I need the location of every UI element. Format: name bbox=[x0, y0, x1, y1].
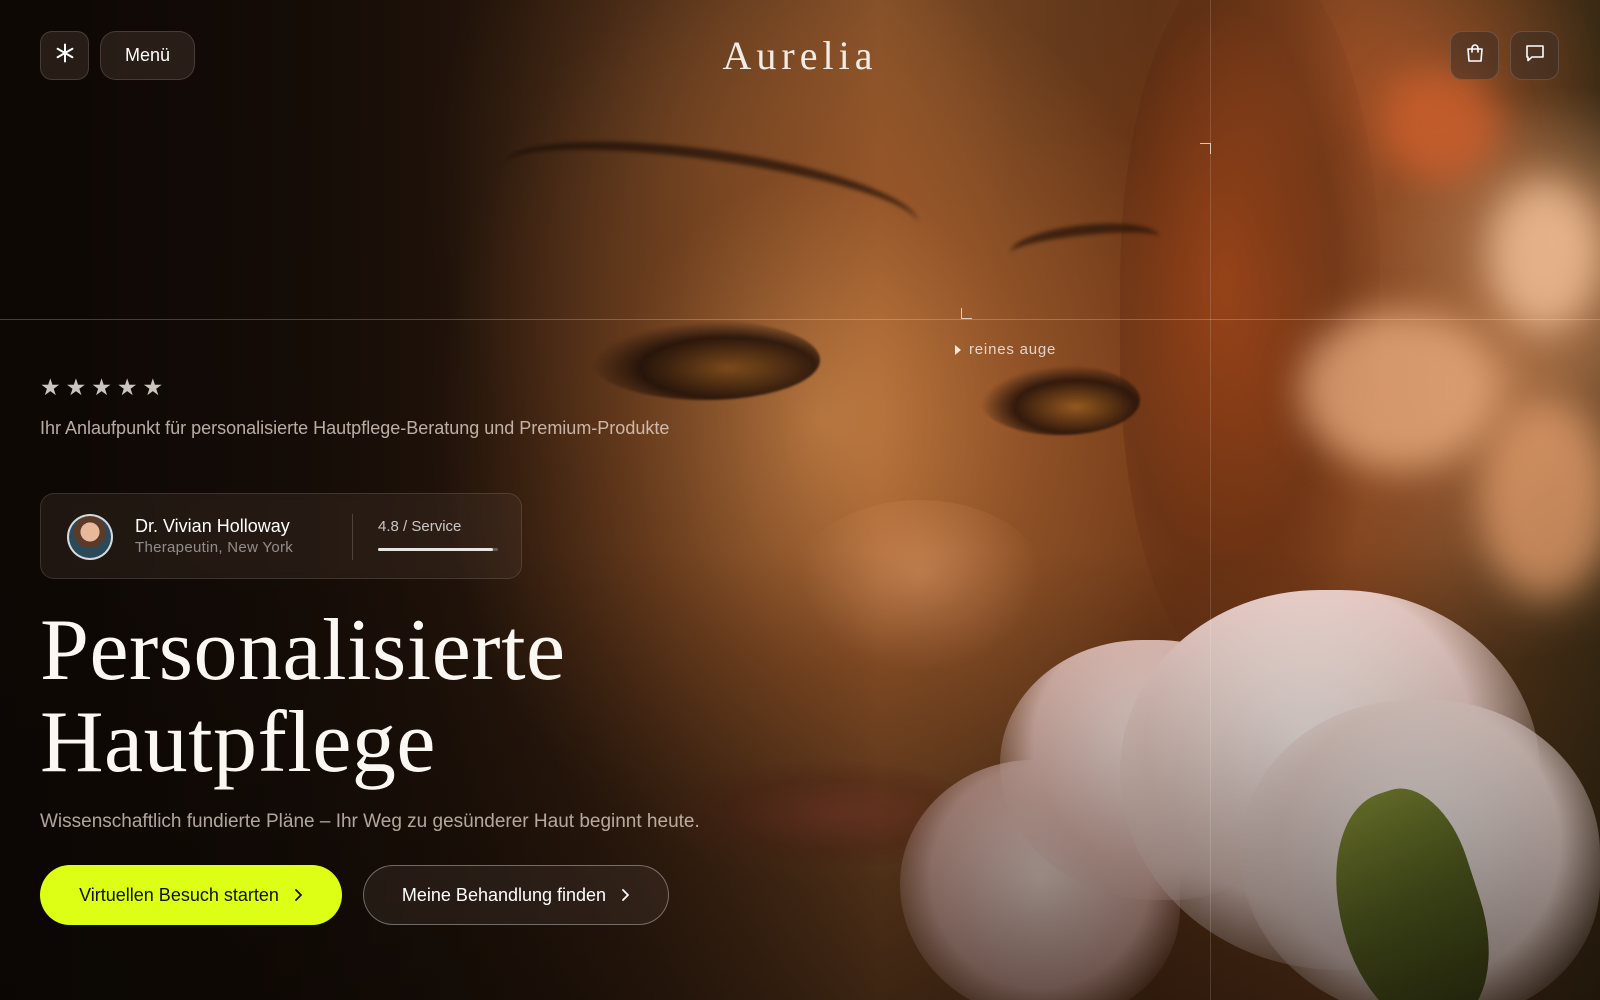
avatar bbox=[67, 514, 113, 560]
cta-secondary-label: Meine Behandlung finden bbox=[401, 884, 607, 905]
chevron-right-icon bbox=[620, 888, 630, 902]
service-rating-bar bbox=[378, 548, 498, 551]
brand-logo: Aurelia bbox=[722, 33, 878, 78]
start-virtual-visit-button[interactable]: Virtuellen Besuch starten bbox=[40, 865, 342, 925]
headline-line-1: Personalisierte bbox=[40, 602, 566, 699]
star-icon: ★ bbox=[65, 374, 87, 400]
star-icon: ★ bbox=[91, 374, 112, 400]
chat-bubble-icon bbox=[1524, 42, 1546, 69]
hero-tagline: Ihr Anlaufpunkt für personalisierte Haut… bbox=[40, 418, 670, 438]
cart-button[interactable] bbox=[1450, 31, 1499, 80]
headline-line-2: Hautpflege bbox=[40, 694, 436, 791]
star-icon: ★ bbox=[40, 374, 61, 400]
cta-primary-label: Virtuellen Besuch starten bbox=[79, 884, 279, 905]
find-treatment-button[interactable]: Meine Behandlung finden bbox=[363, 865, 669, 925]
guide-line-horizontal bbox=[0, 319, 1600, 320]
hero-headline: Personalisierte Hautpflege bbox=[40, 605, 566, 789]
play-triangle-icon bbox=[955, 344, 961, 355]
annotation-label: reines auge bbox=[969, 341, 1057, 358]
service-rating-text: 4.8 / Service bbox=[378, 518, 462, 535]
star-icon: ★ bbox=[142, 374, 164, 400]
hero-subline: Wissenschaftlich fundierte Pläne – Ihr W… bbox=[40, 811, 700, 832]
chevron-right-icon bbox=[293, 888, 303, 902]
doctor-card[interactable]: Dr. Vivian Holloway Therapeutin, New Yor… bbox=[40, 493, 522, 579]
focus-corner-top-right bbox=[1200, 143, 1211, 154]
feature-annotation: reines auge bbox=[955, 341, 1056, 358]
chat-button[interactable] bbox=[1510, 31, 1559, 80]
rating-stars: ★ ★ ★ ★ ★ bbox=[40, 376, 163, 399]
doctor-name: Dr. Vivian Holloway bbox=[135, 516, 290, 536]
doctor-role: Therapeutin, New York bbox=[135, 539, 294, 556]
shopping-bag-icon bbox=[1464, 42, 1486, 69]
star-icon: ★ bbox=[116, 374, 138, 400]
card-divider bbox=[352, 514, 353, 560]
focus-corner-bottom-left bbox=[961, 308, 972, 319]
service-rating-fill bbox=[378, 548, 494, 551]
